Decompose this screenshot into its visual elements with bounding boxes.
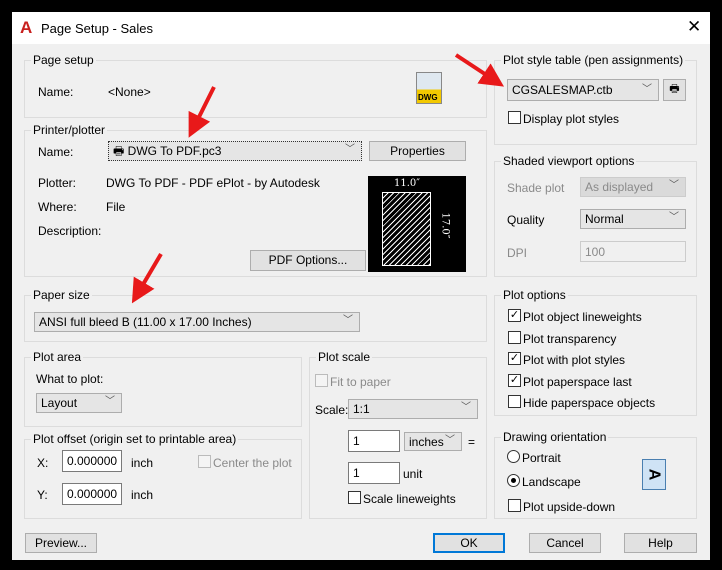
arrow-paper-size [131, 252, 163, 304]
arrow-plot-style [454, 53, 505, 87]
annotation-arrows [131, 53, 505, 304]
arrow-printer [188, 86, 216, 138]
